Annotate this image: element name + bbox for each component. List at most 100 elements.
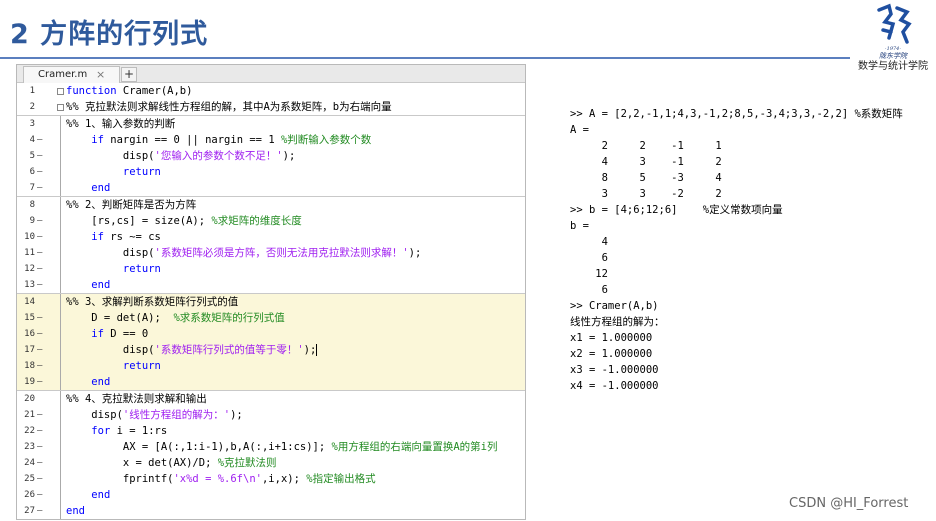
fold-indicator-icon[interactable]	[57, 310, 63, 326]
console-line: x4 = -1.000000	[570, 380, 659, 392]
fold-indicator-icon[interactable]	[57, 471, 63, 487]
fold-indicator-icon[interactable]	[57, 197, 63, 213]
fold-indicator-icon[interactable]	[57, 261, 63, 277]
fold-indicator-icon[interactable]	[57, 116, 63, 132]
breakpoint-marker[interactable]: —	[37, 132, 53, 148]
code-text: %% 3、求解判断系数矩阵行列式的值	[66, 296, 239, 308]
breakpoint-marker[interactable]: —	[37, 326, 53, 342]
breakpoint-marker[interactable]: —	[37, 277, 53, 293]
breakpoint-marker[interactable]: —	[37, 164, 53, 180]
breakpoint-marker[interactable]: —	[37, 455, 53, 471]
line-number[interactable]: 20	[17, 391, 35, 407]
breakpoint-marker[interactable]: —	[37, 148, 53, 164]
logo-dept-name: 数学与统计学院	[858, 61, 928, 72]
line-number[interactable]: 2	[17, 99, 35, 115]
code-line: 7— end	[17, 180, 525, 196]
code-text: end	[91, 279, 111, 291]
code-line: 8 %% 2、判断矩阵是否为方阵	[17, 196, 525, 213]
title-underline	[0, 57, 850, 59]
line-number[interactable]: 11	[17, 245, 35, 261]
fold-indicator-icon[interactable]	[57, 213, 63, 229]
breakpoint-marker[interactable]: —	[37, 180, 53, 196]
university-logo: ·1974· 陇东学院 数学与统计学院	[853, 2, 933, 80]
breakpoint-marker[interactable]: —	[37, 213, 53, 229]
tab-cramer-m[interactable]: Cramer.m ×	[23, 66, 120, 83]
fold-indicator-icon[interactable]	[57, 342, 63, 358]
close-icon[interactable]: ×	[96, 67, 105, 83]
fold-indicator-icon[interactable]	[57, 487, 63, 503]
breakpoint-marker[interactable]: —	[37, 310, 53, 326]
breakpoint-marker[interactable]: —	[37, 358, 53, 374]
line-number[interactable]: 14	[17, 294, 35, 310]
line-number[interactable]: 18	[17, 358, 35, 374]
code-text: if D == 0	[91, 328, 149, 340]
editor-tab-bar: Cramer.m × +	[17, 65, 525, 83]
code-text: %% 克拉默法则求解线性方程组的解，其中A为系数矩阵，b为右端向量	[66, 101, 392, 113]
fold-indicator-icon[interactable]	[57, 439, 63, 455]
fold-indicator-icon[interactable]	[57, 326, 63, 342]
line-number[interactable]: 8	[17, 197, 35, 213]
line-number[interactable]: 26	[17, 487, 35, 503]
line-number[interactable]: 4	[17, 132, 35, 148]
fold-indicator-icon[interactable]	[57, 358, 63, 374]
code-line: 4— if nargin == 0 || nargin == 1 %判断输入参数…	[17, 132, 525, 148]
fold-indicator-icon[interactable]	[57, 294, 63, 310]
line-number[interactable]: 5	[17, 148, 35, 164]
line-number[interactable]: 24	[17, 455, 35, 471]
fold-indicator-icon[interactable]	[57, 391, 63, 407]
line-number[interactable]: 19	[17, 374, 35, 390]
breakpoint-marker[interactable]: —	[37, 487, 53, 503]
logo-emblem-icon	[877, 3, 912, 44]
fold-indicator-icon[interactable]	[57, 229, 63, 245]
line-number[interactable]: 23	[17, 439, 35, 455]
line-number[interactable]: 27	[17, 503, 35, 519]
line-number[interactable]: 1	[17, 83, 35, 99]
line-number[interactable]: 10	[17, 229, 35, 245]
line-number[interactable]: 6	[17, 164, 35, 180]
breakpoint-marker[interactable]: —	[37, 503, 53, 519]
breakpoint-marker[interactable]: —	[37, 439, 53, 455]
fold-indicator-icon[interactable]	[57, 148, 63, 164]
breakpoint-marker[interactable]: —	[37, 423, 53, 439]
line-number[interactable]: 22	[17, 423, 35, 439]
fold-indicator-icon[interactable]	[57, 407, 63, 423]
line-number[interactable]: 15	[17, 310, 35, 326]
console-line: 3 3 -2 2	[570, 188, 722, 200]
fold-indicator-icon[interactable]	[57, 180, 63, 196]
fold-indicator-icon[interactable]	[57, 423, 63, 439]
add-tab-button[interactable]: +	[121, 67, 137, 82]
breakpoint-marker[interactable]: —	[37, 471, 53, 487]
fold-indicator-icon[interactable]	[57, 374, 63, 390]
line-number[interactable]: 3	[17, 116, 35, 132]
line-number[interactable]: 21	[17, 407, 35, 423]
line-number[interactable]: 25	[17, 471, 35, 487]
line-number[interactable]: 7	[17, 180, 35, 196]
fold-indicator-icon[interactable]	[57, 245, 63, 261]
fold-indicator-icon[interactable]	[57, 455, 63, 471]
console-line: x2 = 1.000000	[570, 348, 653, 360]
console-line: 4 3 -1 2	[570, 156, 722, 168]
code-line: 6— return	[17, 164, 525, 180]
breakpoint-marker[interactable]: —	[37, 245, 53, 261]
fold-indicator-icon[interactable]	[57, 503, 63, 519]
fold-indicator-icon[interactable]	[57, 99, 64, 115]
breakpoint-marker[interactable]: —	[37, 261, 53, 277]
breakpoint-marker[interactable]: —	[37, 229, 53, 245]
line-number[interactable]: 13	[17, 277, 35, 293]
code-area[interactable]: 1 function Cramer(A,b) 2 %% 克拉默法则求解线性方程组的解…	[17, 83, 525, 519]
fold-indicator-icon[interactable]	[57, 164, 63, 180]
code-line: 11— disp('系数矩阵必须是方阵，否则无法用克拉默法则求解！');	[17, 245, 525, 261]
breakpoint-marker[interactable]: —	[37, 374, 53, 390]
breakpoint-marker[interactable]: —	[37, 407, 53, 423]
line-number[interactable]: 17	[17, 342, 35, 358]
fold-indicator-icon[interactable]	[57, 132, 63, 148]
breakpoint-marker[interactable]: —	[37, 342, 53, 358]
fold-indicator-icon[interactable]	[57, 83, 64, 99]
console-line: 6	[570, 284, 608, 296]
line-number[interactable]: 12	[17, 261, 35, 277]
code-text: disp('系数矩阵必须是方阵，否则无法用克拉默法则求解！');	[66, 247, 422, 259]
line-number[interactable]: 9	[17, 213, 35, 229]
line-number[interactable]: 16	[17, 326, 35, 342]
fold-indicator-icon[interactable]	[57, 277, 63, 293]
code-line: 10— if rs ~= cs	[17, 229, 525, 245]
